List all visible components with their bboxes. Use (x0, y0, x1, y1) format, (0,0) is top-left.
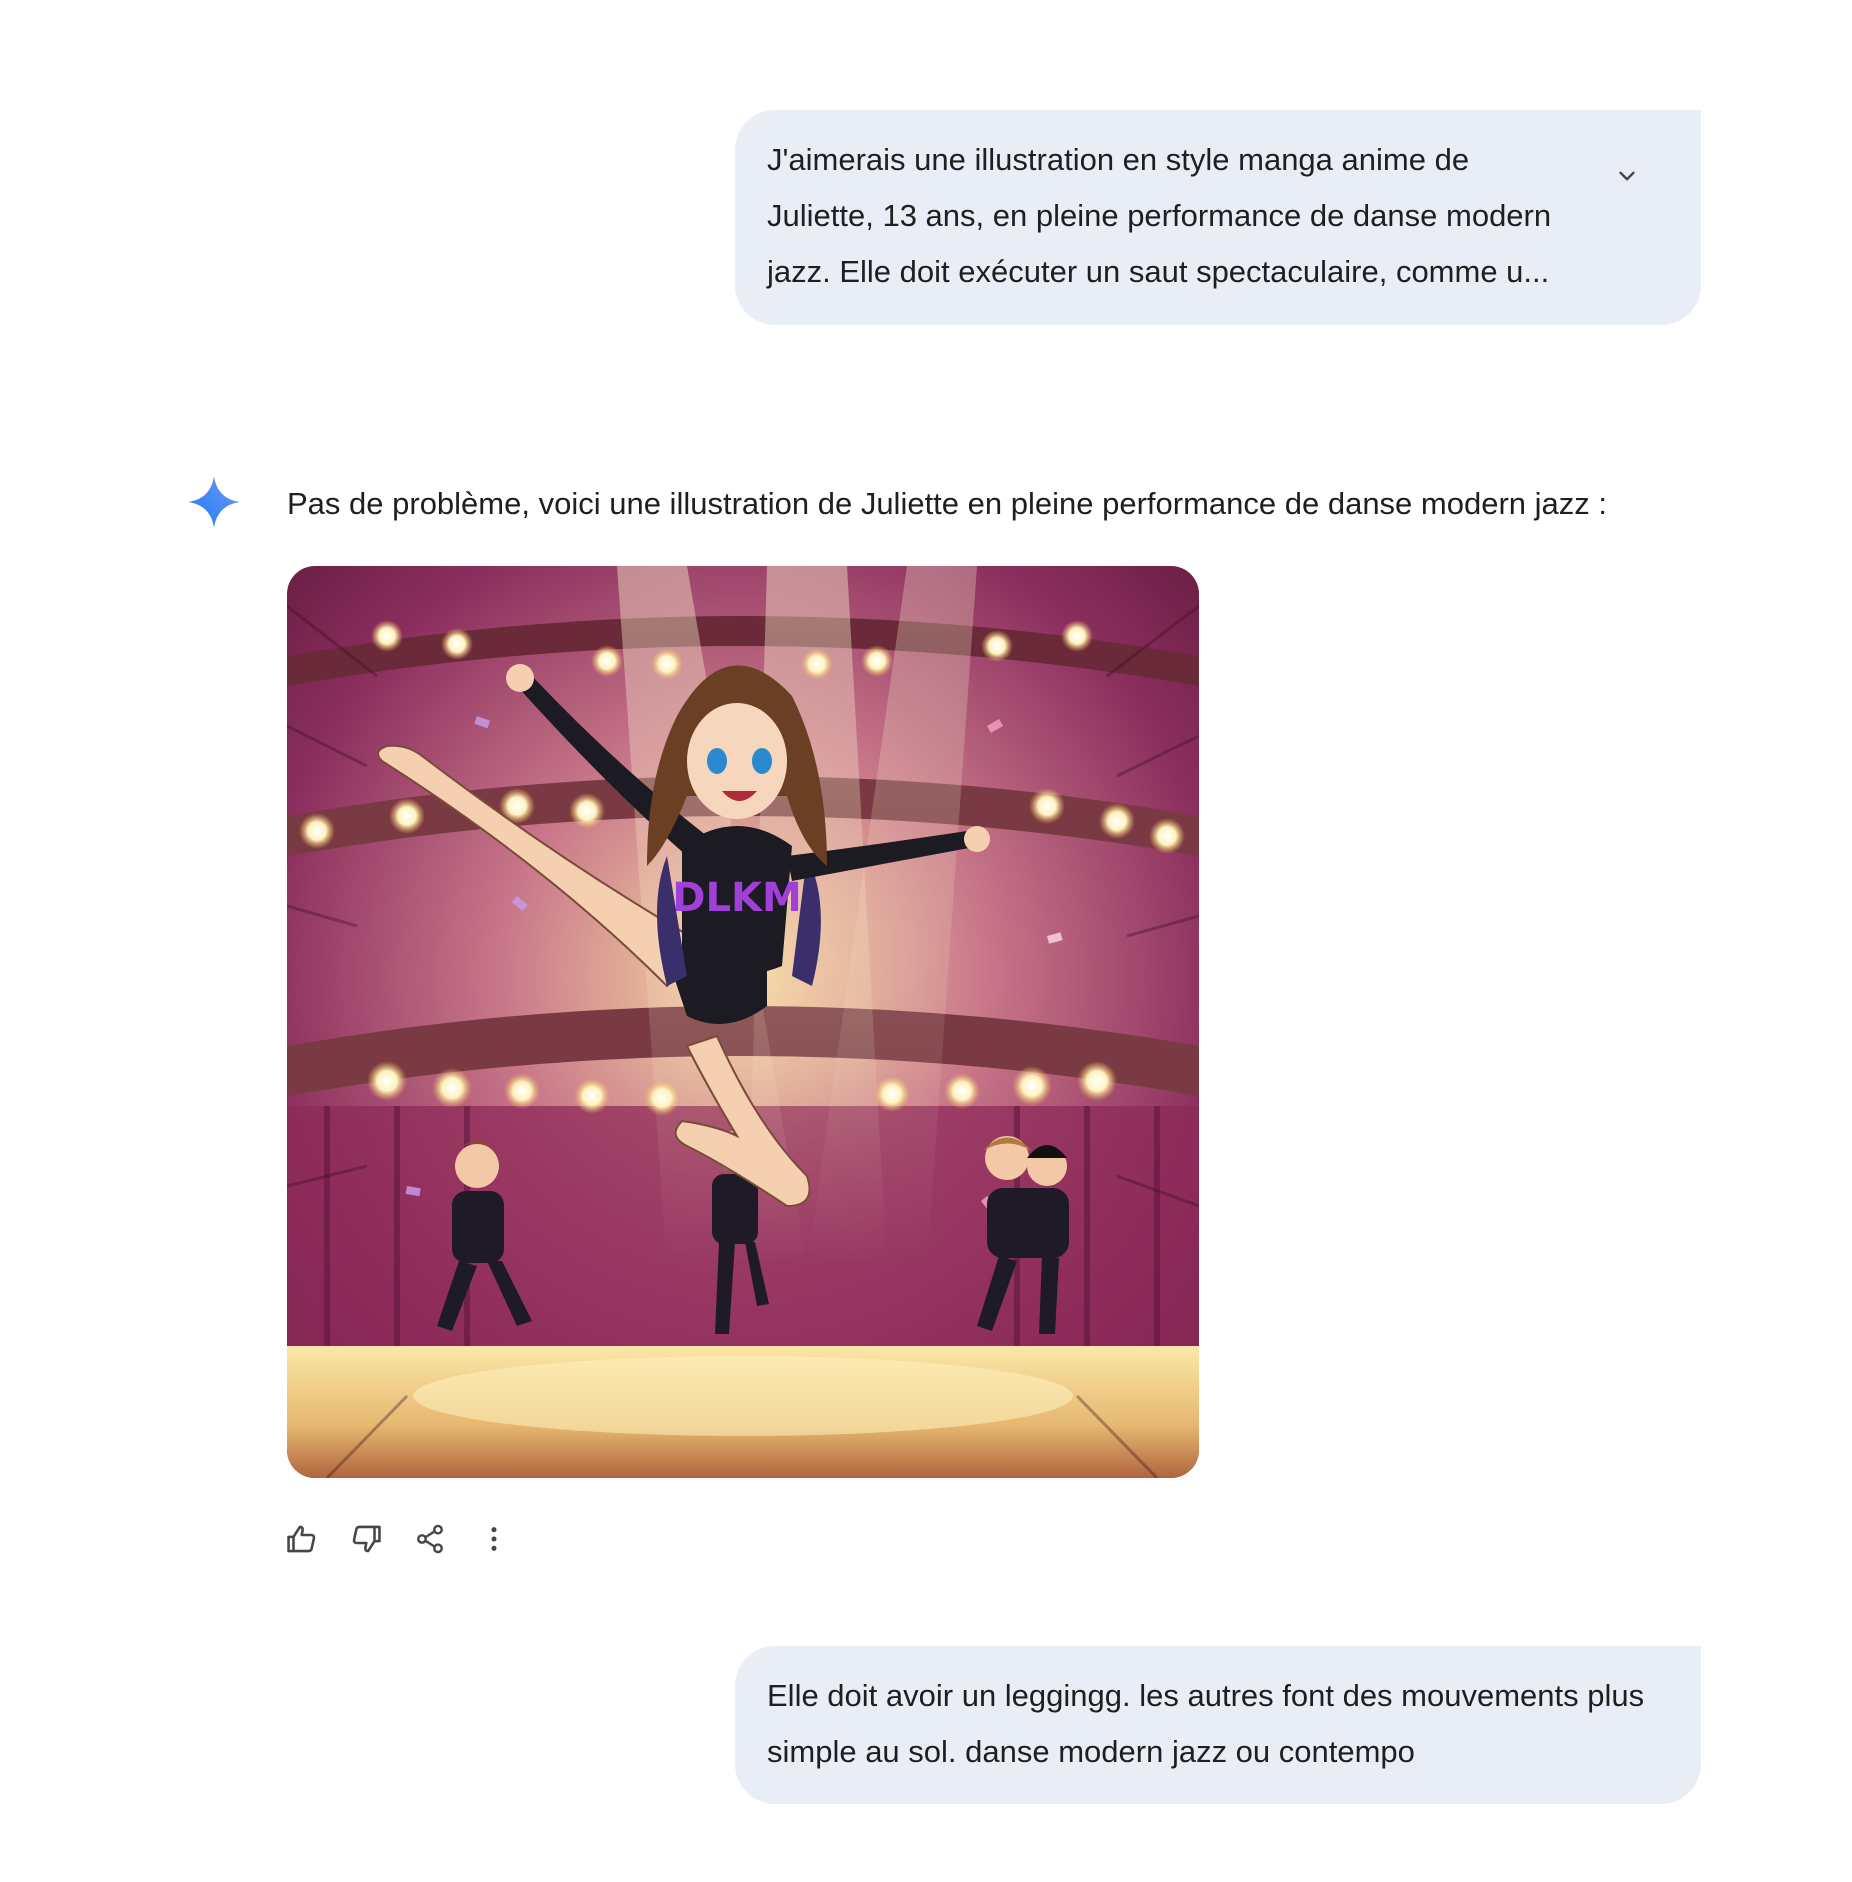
user-message-text: Elle doit avoir un leggingg. les autres … (767, 1678, 1645, 1769)
model-response-text: Pas de problème, voici une illustration … (287, 486, 1607, 521)
dance-illustration: DLKM (287, 566, 1199, 1478)
thumb-up-icon (287, 1525, 316, 1553)
share-button[interactable] (410, 1519, 450, 1559)
more-options-button[interactable] (474, 1519, 514, 1559)
thumb-down-icon (352, 1525, 381, 1553)
response-actions (282, 1519, 514, 1559)
thumb-up-button[interactable] (282, 1519, 322, 1559)
shirt-logo-text: DLKM (672, 875, 802, 921)
more-vert-icon (491, 1527, 497, 1551)
user-message-text: J'aimerais une illustration en style man… (767, 142, 1552, 289)
user-message-bubble: Elle doit avoir un leggingg. les autres … (735, 1646, 1701, 1804)
user-message-bubble: J'aimerais une illustration en style man… (735, 110, 1701, 325)
expand-message-button[interactable] (1609, 158, 1645, 194)
share-icon (417, 1524, 443, 1554)
thumb-down-button[interactable] (346, 1519, 386, 1559)
generated-image[interactable]: DLKM (287, 566, 1199, 1478)
gemini-sparkle-icon (188, 476, 240, 528)
chevron-down-icon (1619, 171, 1635, 181)
